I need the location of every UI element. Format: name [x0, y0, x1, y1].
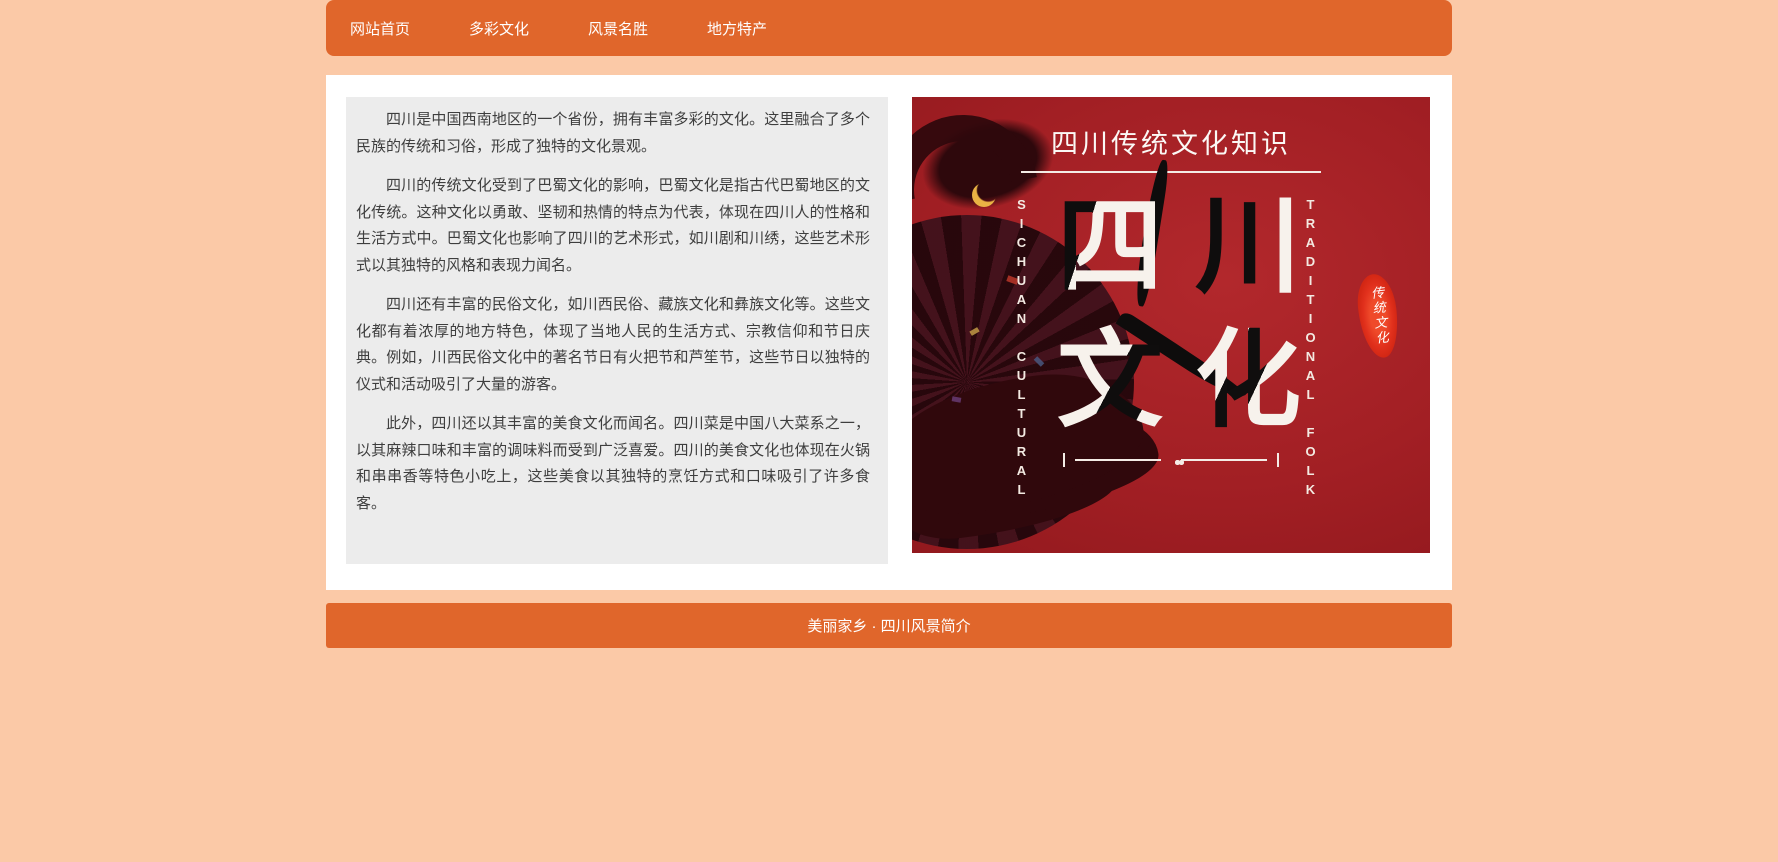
article-paragraph: 四川是中国西南地区的一个省份，拥有丰富多彩的文化。这里融合了多个民族的传统和习俗… — [356, 111, 870, 155]
sichuan-culture-poster-image: 四川传统文化知识 SICHUAN CULTURAL TRADITIONAL FO… — [912, 97, 1430, 553]
article-paragraph: 此外，四川还以其丰富的美食文化而闻名。四川菜是中国八大菜系之一，以其麻辣口味和丰… — [356, 415, 870, 512]
content-card: 四川是中国西南地区的一个省份，拥有丰富多彩的文化。这里融合了多个民族的传统和习俗… — [326, 75, 1452, 590]
nav-item-culture[interactable]: 多彩文化 — [469, 18, 529, 39]
poster-bigtext-row2: 文化 — [912, 322, 1430, 437]
big-char-si: 四 — [1041, 188, 1179, 303]
nav-list: 网站首页 多彩文化 风景名胜 地方特产 — [350, 18, 826, 39]
big-char-wen: 文 — [1041, 322, 1179, 437]
ornament-line — [1181, 459, 1267, 461]
big-char-chuan: 川 — [1179, 188, 1317, 303]
ornament-line — [1075, 459, 1161, 461]
nav-item-specialties[interactable]: 地方特产 — [707, 18, 767, 39]
bottom-ornament — [912, 453, 1430, 467]
footer-text: 美丽家乡 · 四川风景简介 — [807, 618, 971, 635]
article-paragraph: 四川还有丰富的民俗文化，如川西民俗、藏族文化和彝族文化等。这些文化都有着浓厚的地… — [356, 296, 870, 393]
seal-text: 传统文化 — [1367, 285, 1389, 347]
nav-item-scenery[interactable]: 风景名胜 — [588, 18, 648, 39]
main-nav: 网站首页 多彩文化 风景名胜 地方特产 — [326, 0, 1452, 56]
ornament-tick — [1063, 453, 1065, 467]
poster-title-underline — [1021, 171, 1321, 173]
poster-title: 四川传统文化知识 — [1051, 129, 1291, 159]
dot-icon — [1179, 460, 1184, 465]
big-char-hua: 化 — [1179, 322, 1317, 437]
page-container: 网站首页 多彩文化 风景名胜 地方特产 四川是中国西南地区的一个省份，拥有丰富多… — [326, 0, 1452, 648]
nav-item-home[interactable]: 网站首页 — [350, 18, 410, 39]
article-panel: 四川是中国西南地区的一个省份，拥有丰富多彩的文化。这里融合了多个民族的传统和习俗… — [346, 97, 888, 564]
ornament-tick — [1277, 453, 1279, 467]
footer-bar: 美丽家乡 · 四川风景简介 — [326, 603, 1452, 648]
article-paragraph: 四川的传统文化受到了巴蜀文化的影响，巴蜀文化是指古代巴蜀地区的文化传统。这种文化… — [356, 177, 870, 274]
poster-bigtext-row1: 四川 — [912, 188, 1430, 303]
